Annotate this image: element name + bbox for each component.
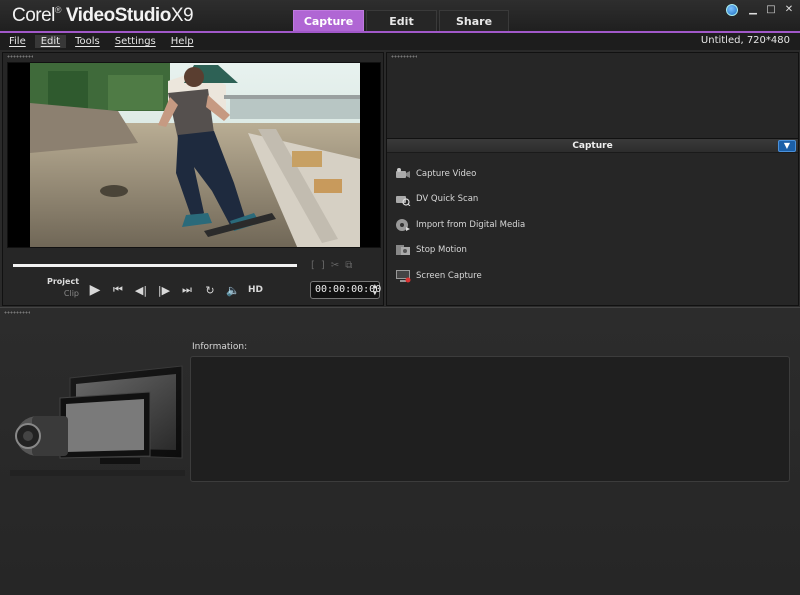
go-to-end-icon[interactable]: ⏭: [179, 283, 195, 297]
preview-frame-image: [8, 63, 380, 247]
project-info: Untitled, 720*480: [700, 35, 790, 46]
panel-grip[interactable]: [7, 55, 33, 58]
menu-tools[interactable]: Tools: [69, 35, 106, 48]
logo-product: VideoStudio: [65, 5, 171, 26]
next-frame-icon[interactable]: |▶: [156, 284, 172, 297]
dv-scan-icon: [396, 196, 411, 207]
transport-controls: ▶ ⏮ ◀| |▶ ⏭ ↻ 🔈 HD: [87, 282, 263, 298]
workspace-tabs: Capture Edit Share: [293, 10, 511, 32]
menu-settings[interactable]: Settings: [109, 35, 162, 48]
video-preview: [7, 62, 381, 248]
tab-capture[interactable]: Capture: [293, 10, 364, 31]
import-digital-media-option[interactable]: Import from Digital Media: [395, 212, 525, 238]
title-bar: Corel® VideoStudioX9 Capture Edit Share …: [0, 0, 800, 32]
screen-capture-icon: [396, 269, 411, 283]
scrub-bar[interactable]: [13, 264, 297, 267]
capture-video-option[interactable]: Capture Video: [395, 161, 525, 187]
stop-motion-icon: [396, 245, 410, 256]
chevron-down-icon[interactable]: ▼: [778, 140, 796, 152]
app-logo: Corel® VideoStudioX9: [12, 5, 194, 26]
camcorder-icon: [396, 167, 410, 178]
library-panel: [386, 52, 799, 140]
timecode-stepper[interactable]: ▲ ▼: [373, 283, 377, 297]
dv-quick-scan-option[interactable]: DV Quick Scan: [395, 187, 525, 213]
logo-brand: Corel: [12, 5, 55, 26]
screen-capture-option[interactable]: Screen Capture: [395, 263, 525, 289]
volume-icon[interactable]: 🔈: [225, 284, 241, 297]
hd-preview-button[interactable]: HD: [248, 285, 263, 295]
go-to-start-icon[interactable]: ⏮: [110, 283, 126, 297]
information-box: [190, 356, 790, 482]
repeat-icon[interactable]: ↻: [202, 284, 218, 297]
information-label: Information:: [192, 342, 248, 352]
capture-options-panel: Capture ▼ Capture Video DV Quick Scan Im…: [386, 138, 799, 306]
play-icon[interactable]: ▶: [87, 282, 103, 298]
player-panel: []✂⧉ Project Clip ▶ ⏮ ◀| |▶ ⏭ ↻ 🔈 HD 00:…: [2, 52, 384, 306]
panel-grip[interactable]: [4, 311, 30, 314]
mark-in-icon[interactable]: [: [311, 260, 321, 271]
menu-file[interactable]: File: [3, 35, 32, 48]
timecode-field[interactable]: 00:00:00:00 ▲ ▼: [310, 281, 381, 299]
enlarge-icon[interactable]: ⧉: [345, 260, 358, 271]
project-clip-toggle[interactable]: Project Clip: [47, 277, 79, 298]
tab-share[interactable]: Share: [439, 10, 509, 31]
capture-options-list: Capture Video DV Quick Scan Import from …: [395, 161, 525, 289]
trim-markers: []✂⧉: [311, 260, 358, 271]
menu-bar: File Edit Tools Settings Help Untitled, …: [0, 33, 800, 50]
capture-panel-header: Capture ▼: [387, 139, 798, 153]
capture-panel-title: Capture: [572, 141, 613, 151]
maximize-icon[interactable]: □: [764, 3, 778, 17]
disc-import-icon: [396, 218, 410, 231]
mark-out-icon[interactable]: ]: [321, 260, 331, 271]
tab-edit[interactable]: Edit: [366, 10, 437, 31]
previous-frame-icon[interactable]: ◀|: [133, 284, 149, 297]
menu-help[interactable]: Help: [165, 35, 200, 48]
menu-edit[interactable]: Edit: [34, 35, 67, 48]
information-area: Information:: [0, 307, 800, 595]
capture-devices-illustration: [10, 365, 185, 476]
panel-grip[interactable]: [391, 55, 417, 58]
stop-motion-option[interactable]: Stop Motion: [395, 238, 525, 264]
minimize-icon[interactable]: ▁: [746, 3, 760, 17]
project-mode-label[interactable]: Project: [47, 277, 79, 286]
close-icon[interactable]: ✕: [782, 3, 796, 17]
clip-mode-label[interactable]: Clip: [47, 289, 79, 298]
timecode-value[interactable]: 00:00:00:00: [315, 284, 381, 295]
globe-icon[interactable]: [726, 4, 738, 16]
cut-icon[interactable]: ✂: [331, 260, 345, 271]
logo-version: X9: [170, 5, 194, 26]
